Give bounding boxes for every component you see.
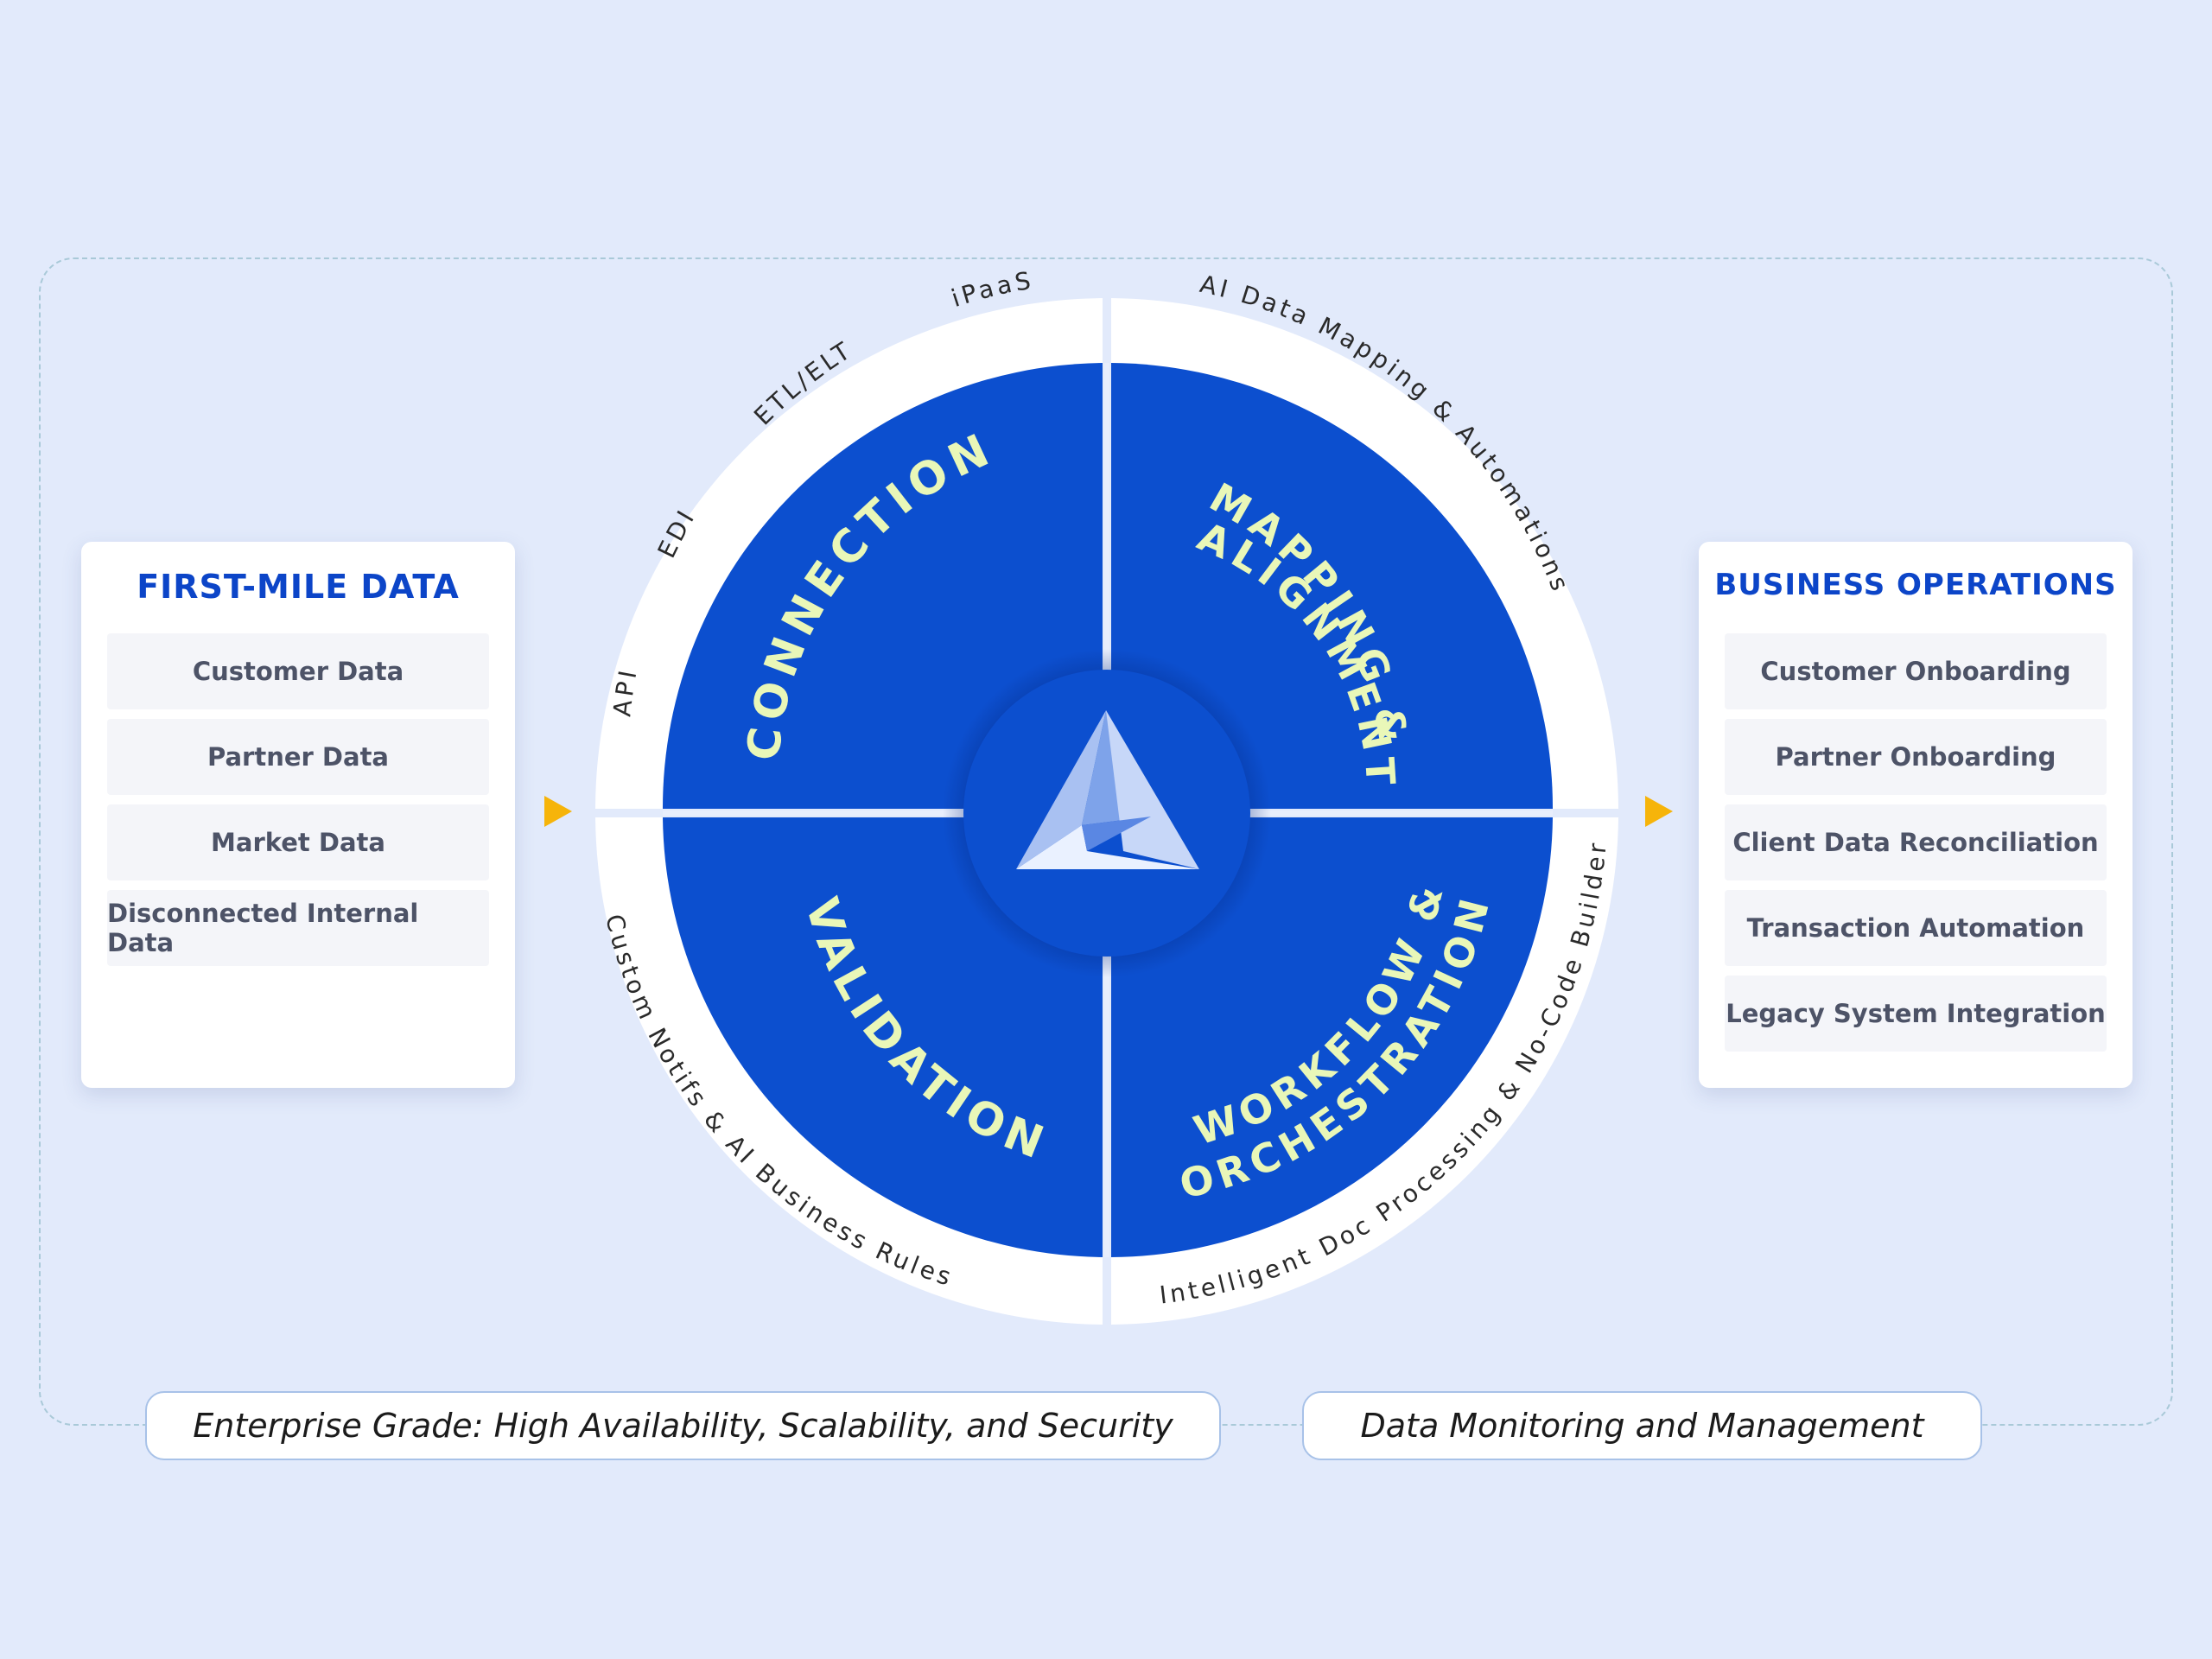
- enterprise-grade-pill: Enterprise Grade: High Availability, Sca…: [145, 1391, 1221, 1460]
- data-monitoring-pill: Data Monitoring and Management: [1302, 1391, 1982, 1460]
